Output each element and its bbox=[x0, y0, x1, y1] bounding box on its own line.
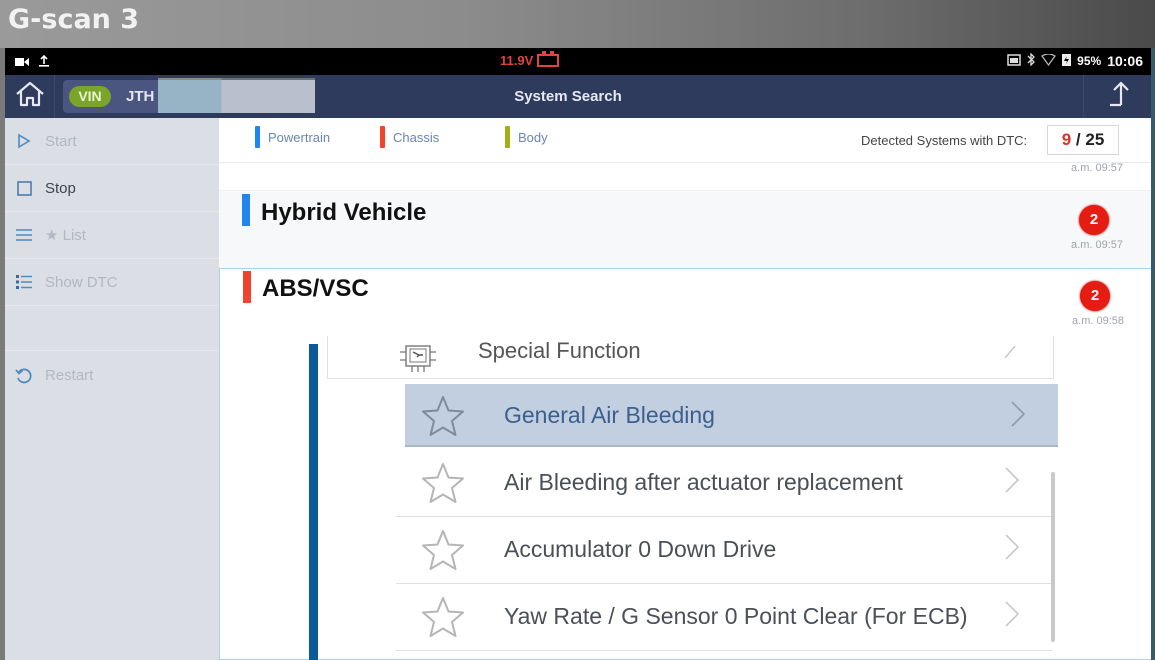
voltage-readout: 11.9V bbox=[500, 53, 534, 68]
frame-edge-right bbox=[1151, 48, 1155, 660]
dtc-total-count: 25 bbox=[1085, 130, 1105, 149]
function-label: Accumulator 0 Down Drive bbox=[504, 536, 777, 562]
chevron-right-icon bbox=[1010, 400, 1026, 433]
sidebar-item-stop[interactable]: Stop bbox=[5, 165, 219, 212]
body-color-bar bbox=[505, 126, 510, 148]
sidebar-item-label: Start bbox=[45, 132, 77, 150]
export-button[interactable] bbox=[1083, 75, 1151, 118]
favorite-star-icon[interactable] bbox=[420, 461, 466, 510]
function-label: Yaw Rate / G Sensor 0 Point Clear (For E… bbox=[504, 603, 968, 629]
cast-icon bbox=[1007, 53, 1021, 69]
special-function-label: Special Function bbox=[478, 338, 641, 363]
powertrain-color-bar bbox=[255, 126, 260, 148]
legend-label: Chassis bbox=[393, 129, 440, 145]
powertrain-indicator bbox=[242, 194, 250, 226]
menu-icon bbox=[15, 226, 33, 244]
upload-arrow-icon bbox=[1107, 81, 1129, 112]
legend-label: Powertrain bbox=[268, 129, 331, 145]
function-label: Air Bleeding after actuator replacement bbox=[504, 469, 903, 495]
brand-logo: G-scan 3 bbox=[8, 4, 140, 35]
sidebar-item-show-dtc[interactable]: Show DTC bbox=[5, 259, 219, 306]
video-camera-icon bbox=[15, 54, 29, 72]
chevron-right-icon bbox=[1004, 600, 1020, 633]
function-item-general-air-bleeding[interactable]: General Air Bleeding bbox=[405, 384, 1058, 447]
function-label: General Air Bleeding bbox=[504, 402, 715, 428]
system-time: a.m. 09:58 bbox=[1072, 315, 1124, 327]
play-icon bbox=[15, 132, 33, 150]
sidebar-item-label: Show DTC bbox=[45, 273, 118, 291]
function-item-yaw-rate-g-sensor-clear[interactable]: Yaw Rate / G Sensor 0 Point Clear (For E… bbox=[396, 584, 1052, 651]
system-time: a.m. 09:57 bbox=[1071, 239, 1123, 251]
system-name: Hybrid Vehicle bbox=[261, 199, 427, 226]
favorite-star-icon[interactable] bbox=[420, 528, 466, 577]
sidebar: Start Stop ★ List Show DTC Restart bbox=[5, 118, 219, 660]
sidebar-item-label: Restart bbox=[45, 367, 94, 384]
legend-chassis: Chassis bbox=[380, 126, 439, 148]
chassis-color-bar bbox=[380, 126, 385, 148]
sidebar-item-favorites-list[interactable]: ★ List bbox=[5, 212, 219, 259]
chevron-right-icon bbox=[1004, 533, 1020, 566]
ecu-chip-icon bbox=[396, 340, 440, 379]
sidebar-item-restart[interactable]: Restart bbox=[5, 352, 219, 399]
function-list-scrollbar[interactable] bbox=[1051, 472, 1055, 642]
previous-system-time: a.m. 09:57 bbox=[1071, 162, 1123, 174]
page-title: System Search bbox=[514, 88, 622, 105]
legend-powertrain: Powertrain bbox=[255, 126, 330, 148]
battery-charging-icon bbox=[1062, 53, 1072, 69]
dtc-count-badge: 2 bbox=[1079, 205, 1109, 235]
dtc-separator: / bbox=[1071, 130, 1086, 149]
dtc-count-label: Detected Systems with DTC: bbox=[861, 133, 1028, 148]
function-item-air-bleeding-actuator[interactable]: Air Bleeding after actuator replacement bbox=[396, 450, 1052, 517]
sidebar-item-label: Stop bbox=[45, 179, 76, 197]
sidebar-item-start[interactable]: Start bbox=[5, 118, 219, 165]
sidebar-divider bbox=[5, 350, 219, 351]
battery-percent: 95% bbox=[1077, 54, 1102, 68]
chevron-right-icon bbox=[1004, 466, 1020, 499]
function-item-accumulator-down-drive[interactable]: Accumulator 0 Down Drive bbox=[396, 517, 1052, 584]
app-header: VIN JTH System Search bbox=[5, 75, 1151, 118]
bluetooth-icon bbox=[1027, 52, 1036, 69]
dtc-detected-count: 9 bbox=[1061, 130, 1072, 149]
restart-icon bbox=[15, 367, 33, 385]
special-function-header[interactable]: Special Function bbox=[327, 336, 1054, 379]
upload-icon bbox=[39, 54, 49, 72]
chassis-indicator bbox=[243, 271, 251, 303]
dtc-count-box: 9 / 25 bbox=[1047, 125, 1119, 155]
category-legend: Powertrain Chassis Body Detected Systems… bbox=[219, 118, 1151, 163]
stop-icon bbox=[15, 179, 33, 197]
wifi-icon bbox=[1041, 52, 1057, 69]
favorite-star-icon[interactable] bbox=[420, 394, 466, 443]
dtc-count-badge: 2 bbox=[1080, 281, 1110, 311]
status-bar: 11.9V 95% 10:06 bbox=[5, 48, 1151, 75]
device-bezel: G-scan 3 bbox=[0, 0, 1155, 48]
system-name: ABS/VSC bbox=[262, 275, 369, 302]
favorite-star-icon[interactable] bbox=[420, 595, 466, 644]
system-row-hybrid-vehicle[interactable]: Hybrid Vehicle 2 a.m. 09:57 bbox=[219, 190, 1151, 268]
legend-label: Body bbox=[518, 129, 548, 145]
legend-body: Body bbox=[505, 126, 548, 148]
car-battery-icon bbox=[537, 51, 560, 67]
chevron-right-icon bbox=[1003, 340, 1017, 366]
function-panel-accent bbox=[309, 344, 318, 660]
sidebar-item-label: ★ List bbox=[45, 227, 86, 244]
list-icon bbox=[15, 273, 33, 291]
clock: 10:06 bbox=[1107, 53, 1143, 69]
